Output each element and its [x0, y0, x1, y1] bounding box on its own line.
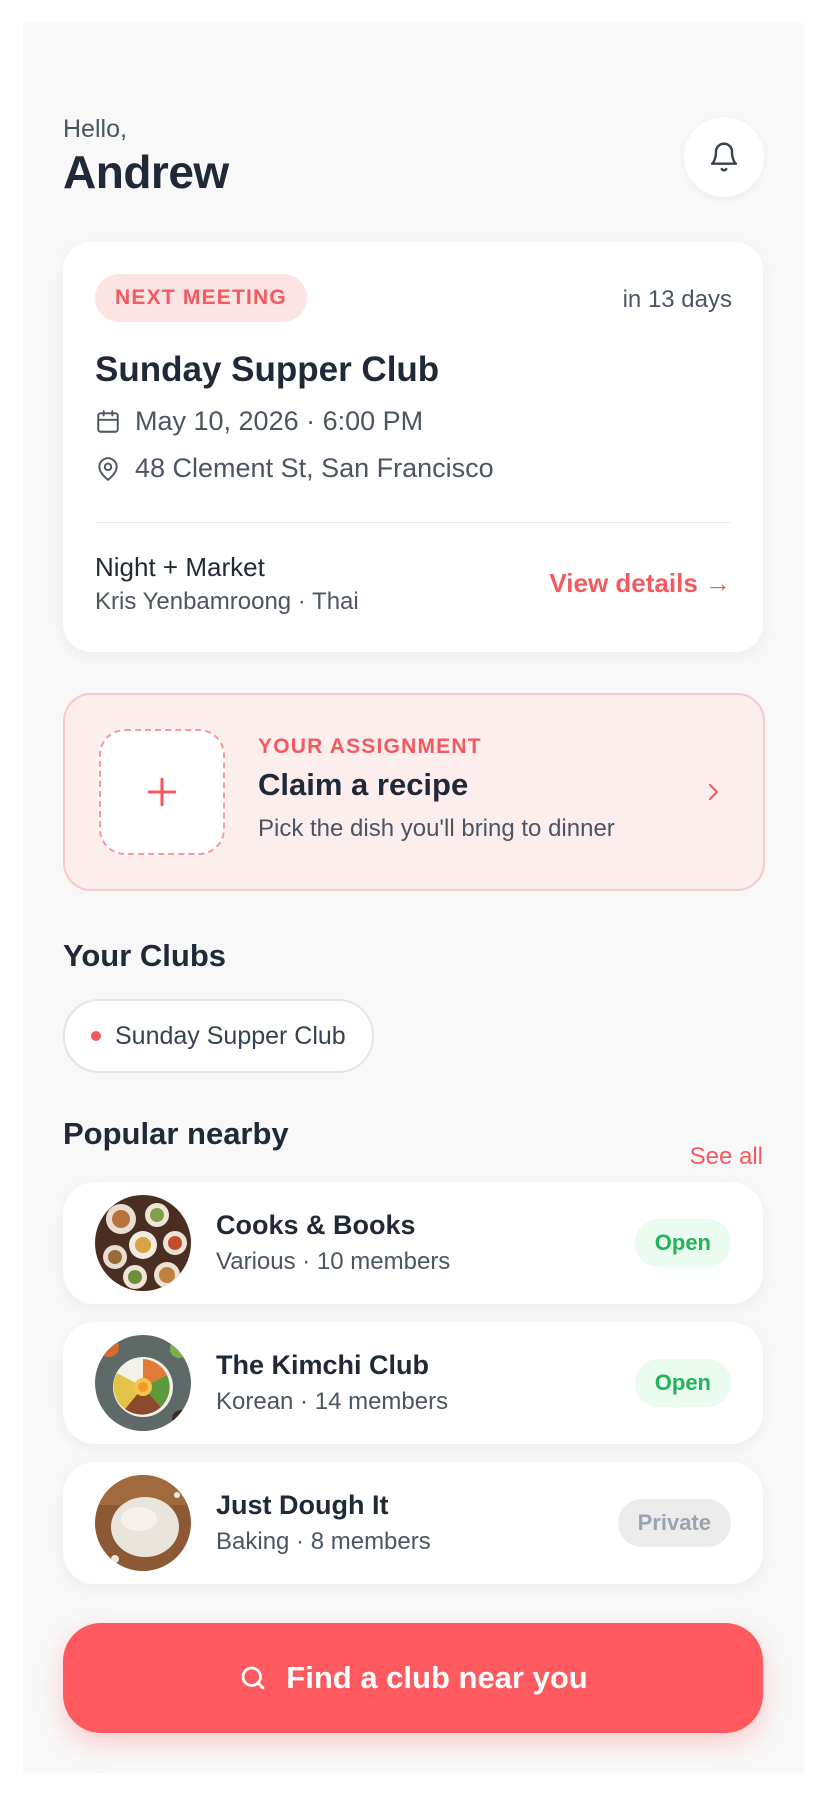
meeting-datetime: May 10, 2026 · 6:00 PM	[135, 406, 424, 436]
status-badge: Open	[634, 1219, 731, 1267]
chevron-right-icon[interactable]	[701, 779, 725, 805]
list-item[interactable]: Just Dough It Baking · 8 members Private	[63, 1462, 763, 1584]
greeting-label: Hello,	[63, 115, 127, 143]
notifications-button[interactable]	[684, 117, 764, 197]
find-club-button[interactable]: Find a club near you	[63, 1623, 763, 1733]
next-meeting-card: NEXT MEETING in 13 days Sunday Supper Cl…	[63, 242, 763, 652]
club-thumbnail	[95, 1475, 191, 1571]
meeting-location-row: 48 Clement St, San Francisco	[95, 453, 494, 484]
assignment-card[interactable]: YOUR ASSIGNMENT Claim a recipe Pick the …	[63, 693, 765, 891]
assignment-subtitle: Pick the dish you'll bring to dinner	[258, 815, 615, 842]
calendar-icon	[97, 409, 119, 433]
club-name: The Kimchi Club	[216, 1350, 430, 1380]
meeting-location: 48 Clement St, San Francisco	[135, 453, 494, 483]
club-name: Just Dough It	[216, 1490, 389, 1520]
assignment-kicker: YOUR ASSIGNMENT	[258, 735, 482, 758]
user-name: Andrew	[63, 146, 229, 198]
list-item[interactable]: Cooks & Books Various · 10 members Open	[63, 1182, 763, 1304]
club-meta: Various · 10 members	[216, 1248, 451, 1275]
view-details-link[interactable]: View details →	[549, 568, 731, 599]
next-meeting-badge: NEXT MEETING	[95, 274, 307, 322]
assignment-title: Claim a recipe	[258, 767, 469, 802]
club-meta: Baking · 8 members	[216, 1528, 431, 1555]
club-name: Cooks & Books	[216, 1210, 416, 1240]
bell-icon	[710, 142, 738, 172]
card-divider	[95, 522, 731, 523]
plus-icon	[147, 777, 177, 807]
location-pin-icon	[98, 456, 118, 481]
your-clubs-heading: Your Clubs	[63, 938, 227, 973]
status-badge: Open	[634, 1359, 731, 1407]
meeting-datetime-row: May 10, 2026 · 6:00 PM	[95, 406, 423, 437]
club-thumbnail	[95, 1335, 191, 1431]
club-chip-sunday-supper[interactable]: Sunday Supper Club	[63, 999, 374, 1073]
club-meta: Korean · 14 members	[216, 1388, 449, 1415]
status-badge: Private	[617, 1499, 731, 1547]
claim-recipe-button[interactable]	[99, 729, 225, 855]
meeting-club-name: Sunday Supper Club	[95, 350, 440, 389]
club-thumbnail	[95, 1195, 191, 1291]
club-chip-label: Sunday Supper Club	[115, 1021, 346, 1050]
find-club-label: Find a club near you	[286, 1660, 588, 1695]
meeting-host: Kris Yenbamroong · Thai	[95, 588, 359, 615]
meeting-countdown: in 13 days	[622, 286, 732, 313]
app-screen: Hello, Andrew NEXT MEETING in 13 days Su…	[23, 23, 804, 1773]
search-icon	[241, 1666, 265, 1690]
club-indicator-dot	[91, 1031, 101, 1041]
meeting-theme: Night + Market	[95, 552, 265, 582]
see-all-link[interactable]: See all	[690, 1143, 763, 1171]
list-item[interactable]: The Kimchi Club Korean · 14 members Open	[63, 1322, 763, 1444]
popular-nearby-heading: Popular nearby	[63, 1116, 289, 1151]
